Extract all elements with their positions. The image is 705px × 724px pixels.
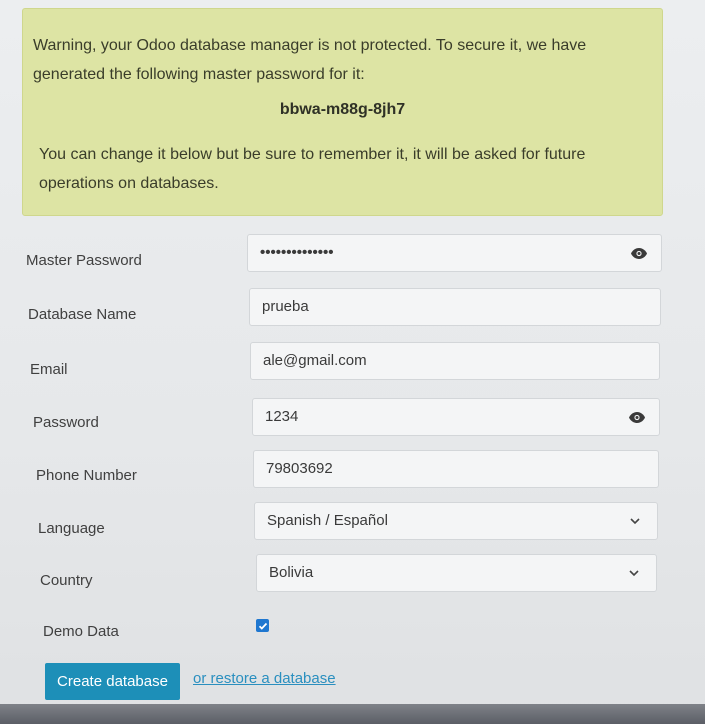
chevron-down-icon xyxy=(630,518,640,525)
master-password-label: Master Password xyxy=(26,252,142,269)
warning-message: Warning, your Odoo database manager is n… xyxy=(33,31,633,89)
email-value: ale@gmail.com xyxy=(263,352,367,369)
password-input[interactable]: 1234 xyxy=(252,398,660,436)
master-password-value: •••••••••••••• xyxy=(260,244,334,261)
warning-line-1: Warning, your Odoo database manager is n… xyxy=(33,37,587,54)
database-name-input[interactable]: prueba xyxy=(249,288,661,326)
phone-number-value: 79803692 xyxy=(266,460,333,477)
warning-line-2: generated the following master password … xyxy=(33,66,365,83)
language-value: Spanish / Español xyxy=(267,512,388,529)
master-password-input[interactable]: •••••••••••••• xyxy=(247,234,662,272)
eye-icon[interactable] xyxy=(625,241,653,265)
language-select[interactable]: Spanish / Español xyxy=(254,502,658,540)
database-name-value: prueba xyxy=(262,298,309,315)
warning-alert: Warning, your Odoo database manager is n… xyxy=(22,8,663,216)
generated-master-password: bbwa-m88g-8jh7 xyxy=(279,101,406,118)
country-value: Bolivia xyxy=(269,564,314,581)
phone-number-input[interactable]: 79803692 xyxy=(253,450,659,488)
restore-database-link[interactable]: or restore a database xyxy=(193,670,336,687)
eye-icon[interactable] xyxy=(623,405,651,429)
warning-line-4: operations on databases. xyxy=(39,175,219,192)
demo-data-label: Demo Data xyxy=(43,623,119,640)
warning-note: You can change it below but be sure to r… xyxy=(39,140,639,198)
database-manager-page: Warning, your Odoo database manager is n… xyxy=(0,0,705,724)
phone-number-label: Phone Number xyxy=(36,467,137,484)
screen-bezel xyxy=(0,704,705,724)
email-label: Email xyxy=(30,361,68,378)
check-icon xyxy=(258,622,267,630)
create-database-button[interactable]: Create database xyxy=(45,663,180,700)
password-value: 1234 xyxy=(265,408,299,425)
password-label: Password xyxy=(33,414,99,431)
warning-line-3: You can change it below but be sure to r… xyxy=(39,146,586,163)
email-input[interactable]: ale@gmail.com xyxy=(250,342,660,380)
chevron-down-icon xyxy=(629,570,639,577)
demo-data-checkbox[interactable] xyxy=(256,619,269,632)
database-name-label: Database Name xyxy=(28,306,137,323)
country-select[interactable]: Bolivia xyxy=(256,554,657,592)
country-label: Country xyxy=(40,572,93,589)
language-label: Language xyxy=(38,520,105,537)
